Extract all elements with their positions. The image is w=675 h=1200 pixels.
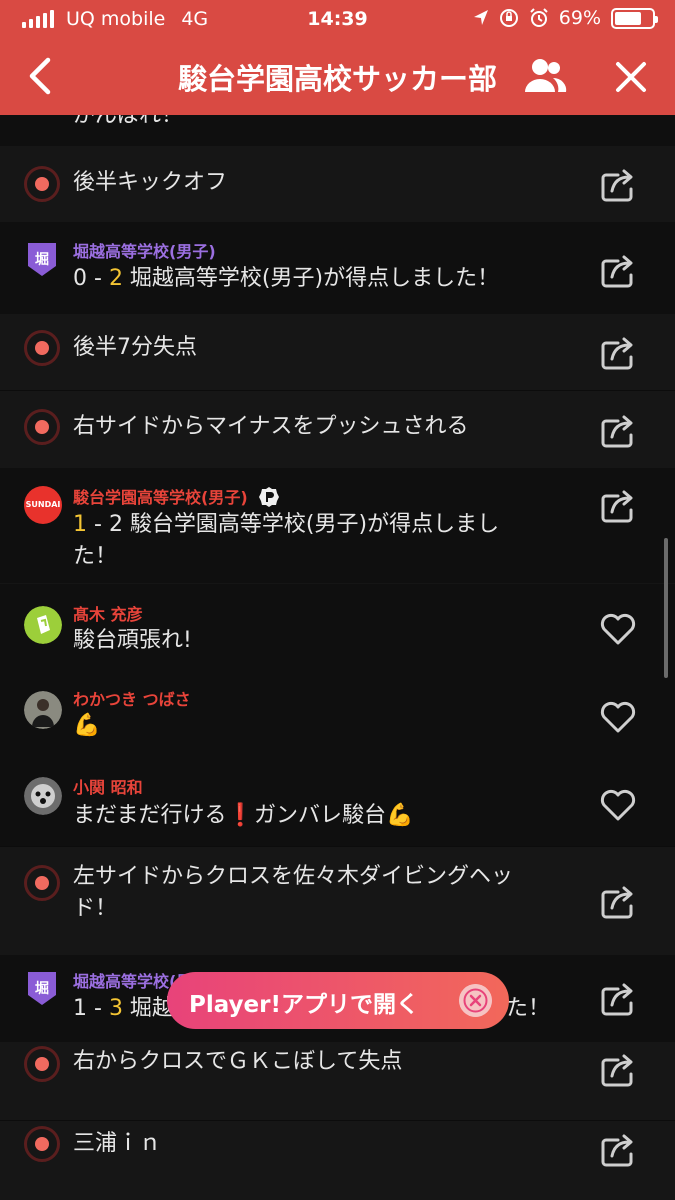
message-text: 右からクロスでＧＫこぼして失点 [73,1049,403,1074]
message-text: 左サイドからクロスを佐々木ダイビングヘッ ド！ [73,861,513,925]
message-line: ド！ [73,896,118,921]
list-item: がんばれ！ [0,115,675,146]
list-item: 小関 昭和 まだまだ行ける❗️ガンバレ駿台💪 [0,758,675,846]
scrollbar[interactable] [664,538,668,678]
team-badge-icon: 堀 [28,972,56,1005]
share-icon[interactable] [598,1050,638,1090]
verified-badge-icon [258,487,279,507]
team-badge-label: 堀 [35,981,49,997]
team-badge-label: 堀 [35,252,49,268]
goal-text: 駿台学園高等学校(男子)が得点しまし [122,512,500,537]
event-marker-icon [24,1126,60,1162]
list-item: 左サイドからクロスを佐々木ダイビングヘッ ド！ [0,846,675,955]
goal-message: 1 - 2 駿台学園高等学校(男子)が得点しまし た！ [73,509,499,573]
comment-text: 駿台頑張れ! [73,628,192,653]
top-bar: UQ mobile 4G 14:39 69% 駿台学園高校サッカー部 [0,0,675,115]
status-bar: UQ mobile 4G 14:39 69% [0,0,675,38]
comment-text: 💪 [73,713,101,738]
list-item: わかつき つばさ 💪 [0,672,675,758]
goal-text-end: た！ [506,996,551,1021]
share-icon[interactable] [598,165,638,205]
message-text: 後半7分失点 [73,335,197,360]
avatar [24,691,62,729]
location-icon [473,10,488,25]
heart-icon[interactable] [598,696,638,736]
score-separator: - [87,266,109,291]
event-marker-icon [24,330,60,366]
comment-text: まだまだ行ける❗️ガンバレ駿台💪 [73,803,414,828]
event-marker-icon [24,865,60,901]
list-item: 右からクロスでＧＫこぼして失点 [0,1042,675,1120]
close-icon[interactable] [612,58,650,96]
message-text: 三浦ｉｎ [73,1131,162,1156]
share-icon[interactable] [598,1130,638,1170]
goal-text-cont: た！ [73,544,118,569]
chat-header: 駿台学園高校サッカー部 [0,38,675,115]
people-icon[interactable] [522,56,568,96]
heart-icon[interactable] [598,784,638,824]
message-text: 右サイドからマイナスをプッシュされる [73,414,469,439]
share-icon[interactable] [598,333,638,373]
score-separator: - [87,996,109,1021]
message-text: がんばれ！ [73,115,184,128]
score-away: 2 [108,266,123,291]
open-in-app-button[interactable]: Player!アプリで開く [167,972,509,1029]
event-marker-icon [24,1046,60,1082]
share-icon[interactable] [598,979,638,1019]
team-name: 駿台学園高等学校(男子) [73,484,280,508]
alarm-icon [530,8,548,27]
team-badge-icon: 堀 [28,243,56,276]
list-item: 後半キックオフ [0,146,675,222]
battery-percent: 69% [558,7,601,29]
list-item: 後半7分失点 [0,314,675,390]
heart-icon[interactable] [598,608,638,648]
share-icon[interactable] [598,411,638,451]
user-name: 髙木 充彦 [73,605,143,624]
list-item: 髙木 充彦 駿台頑張れ! [0,583,675,672]
orientation-lock-icon [499,9,518,27]
share-icon[interactable] [598,251,638,291]
message-text: 後半キックオフ [73,170,228,195]
list-item: 右サイドからマイナスをプッシュされる [0,390,675,468]
close-circle-icon[interactable] [459,984,492,1017]
goal-message: 1 - 3 堀越 [73,993,174,1025]
score-away: 3 [108,996,123,1021]
user-name: わかつき つばさ [73,690,191,709]
score-home: 0 [73,266,87,291]
score-separator: - [87,512,109,537]
team-name-text: 駿台学園高等学校(男子) [73,488,248,507]
score-home: 1 [73,512,87,537]
battery-icon [611,7,658,29]
timeline-feed[interactable]: がんばれ！ 後半キックオフ 堀 堀越高等学校(男子) 0 - 2 堀越高等学校(… [0,115,675,1200]
list-item: SUNDAI 駿台学園高等学校(男子) 1 - 2 駿台学園高等学校(男子)が得… [0,468,675,583]
goal-text: 堀越高等学校(男子)が得点しました！ [122,266,500,291]
avatar [24,777,62,815]
avatar [24,606,62,644]
page-title: 駿台学園高校サッカー部 [177,62,497,96]
share-icon[interactable] [598,486,638,526]
team-name: 堀越高等学校(男子) [73,242,216,261]
list-item: 堀 堀越高等学校(男子) 0 - 2 堀越高等学校(男子)が得点しました！ [0,222,675,314]
score-home: 1 [73,996,87,1021]
event-marker-icon [24,409,60,445]
user-name: 小関 昭和 [73,778,143,797]
home-indicator-area [0,1186,675,1200]
team-logo: SUNDAI [24,486,62,524]
open-in-app-label: Player!アプリで開く [189,992,419,1018]
event-marker-icon [24,166,60,202]
share-icon[interactable] [598,882,638,922]
message-line: 左サイドからクロスを佐々木ダイビングヘッ [73,864,514,889]
goal-message: 0 - 2 堀越高等学校(男子)が得点しました！ [73,263,499,295]
score-away: 2 [108,512,123,537]
